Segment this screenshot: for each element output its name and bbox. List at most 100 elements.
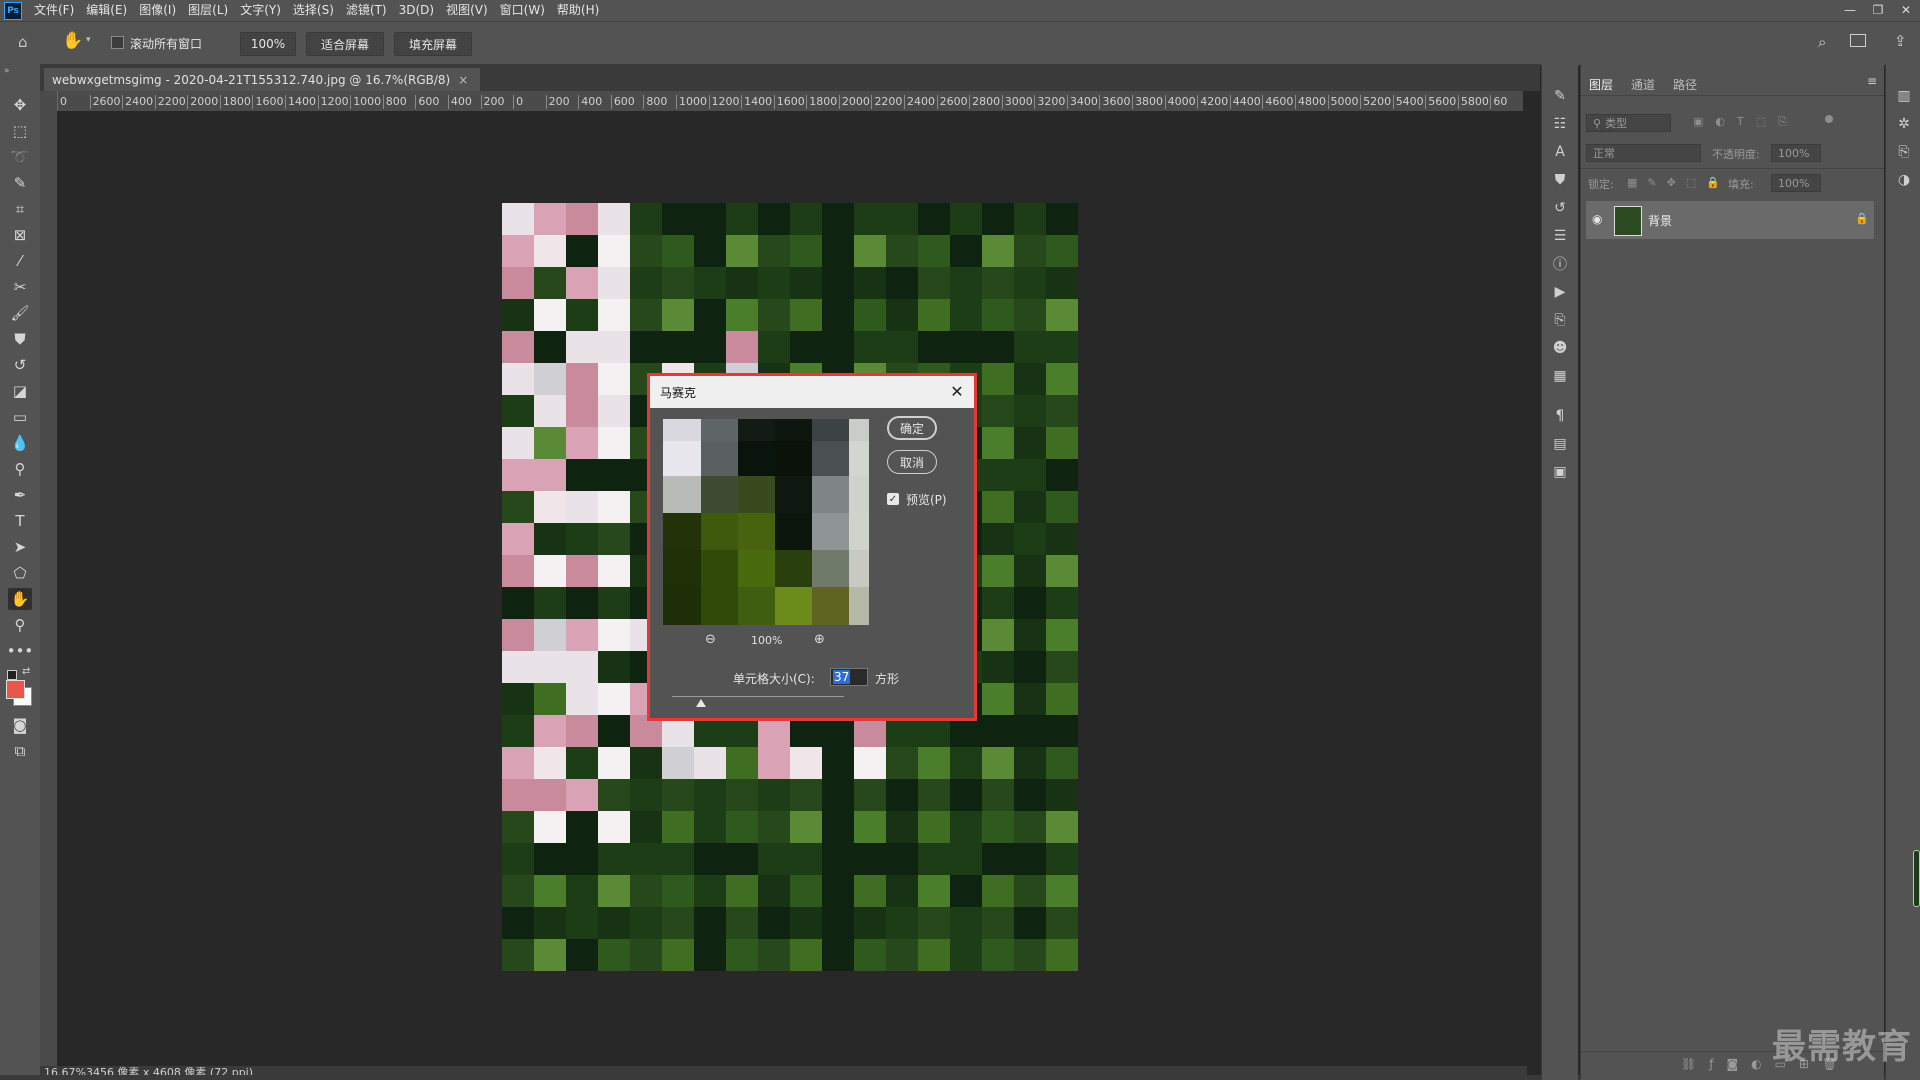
preview-checkbox[interactable]: ✓ (887, 493, 899, 505)
quick-mask-icon[interactable]: ◙ (8, 714, 32, 736)
clone-source-icon[interactable]: ⛊ (1550, 170, 1570, 190)
export-icon[interactable]: ⎘ (1894, 142, 1914, 162)
zoom-tool-icon[interactable]: ⚲ (8, 614, 32, 636)
menu-layer[interactable]: 图层(L) (182, 0, 234, 21)
menu-file[interactable]: 文件(F) (28, 0, 80, 21)
vertical-ruler[interactable] (40, 91, 58, 1066)
history-icon[interactable]: ↺ (1550, 198, 1570, 218)
scroll-all-checkbox[interactable] (111, 36, 124, 49)
tab-channels[interactable]: 通道 (1631, 76, 1655, 93)
quick-select-tool-icon[interactable]: ✎ (8, 172, 32, 194)
layer-name[interactable]: 背景 (1648, 212, 1672, 229)
foreground-color-swatch[interactable] (6, 680, 25, 699)
lock-option-icons[interactable]: ▦✎✥⬚🔒 (1627, 176, 1730, 189)
fit-screen-button[interactable]: 适合屏幕 (306, 32, 384, 56)
color-icon[interactable]: ☻ (1550, 338, 1570, 358)
lasso-tool-icon[interactable]: ➰ (8, 146, 32, 168)
zoom-in-icon[interactable]: ⊕ (814, 632, 825, 647)
marquee-tool-icon[interactable]: ⬚ (8, 120, 32, 142)
hand-tool-icon[interactable]: ✋ (62, 31, 83, 51)
share-icon[interactable]: ⇪ (1894, 32, 1907, 50)
menu-window[interactable]: 窗口(W) (494, 0, 551, 21)
actions-play-icon[interactable]: ▶ (1550, 282, 1570, 302)
tool-preset-chevron-icon[interactable]: ▾ (86, 35, 91, 45)
fill-screen-button[interactable]: 填充屏幕 (394, 32, 472, 56)
default-colors-icon[interactable] (7, 670, 17, 680)
ruler-panel-icon[interactable]: ▥ (1894, 86, 1914, 106)
hand-tool-active-icon[interactable]: ✋ (8, 588, 32, 610)
menu-edit[interactable]: 编辑(E) (80, 0, 133, 21)
visibility-eye-icon[interactable]: ◉ (1592, 212, 1602, 226)
opacity-input[interactable]: 100% (1771, 144, 1821, 162)
restore-icon[interactable]: ❐ (1864, 0, 1892, 21)
scroll-indicator[interactable] (1913, 850, 1920, 907)
tab-paths[interactable]: 路径 (1673, 76, 1697, 93)
properties-icon[interactable]: ☰ (1550, 226, 1570, 246)
zoom-out-icon[interactable]: ⊖ (705, 632, 716, 647)
search-icon[interactable]: ⌕ (1818, 33, 1826, 51)
path-select-tool-icon[interactable]: ➤ (8, 536, 32, 558)
document-tab[interactable]: webwxgetmsgimg - 2020-04-21T155312.740.j… (44, 68, 481, 91)
mosaic-preview[interactable] (663, 419, 869, 625)
eraser-tool-icon[interactable]: ◪ (8, 380, 32, 402)
glyphs-icon[interactable]: ▤ (1550, 434, 1570, 454)
crop-tool-icon[interactable]: ⌗ (8, 198, 32, 220)
type-tool-icon[interactable]: T (8, 510, 32, 532)
more-tools-icon[interactable]: ••• (7, 640, 34, 662)
swap-colors-icon[interactable]: ⇄ (22, 666, 30, 677)
adjustments-icon[interactable]: ☷ (1550, 114, 1570, 134)
paragraph-icon[interactable]: ¶ (1550, 406, 1570, 426)
menu-filter[interactable]: 滤镜(T) (340, 0, 393, 21)
blur-tool-icon[interactable]: 💧 (8, 432, 32, 454)
move-tool-icon[interactable]: ✥ (8, 94, 32, 116)
learn-icon[interactable]: ◑ (1894, 170, 1914, 190)
filter-toggle-icon[interactable] (1825, 115, 1833, 123)
menu-help[interactable]: 帮助(H) (551, 0, 605, 21)
workspace-icon[interactable] (1850, 34, 1866, 47)
zoom-100-button[interactable]: 100% (240, 32, 296, 56)
blend-mode-select[interactable]: 正常 (1586, 144, 1701, 162)
stamp-tool-icon[interactable]: ⛊ (8, 328, 32, 350)
cell-size-slider-track[interactable] (672, 696, 844, 697)
expand-toolbar-icon[interactable]: » (4, 66, 10, 76)
menu-view[interactable]: 视图(V) (440, 0, 494, 21)
notes-icon[interactable]: ▣ (1550, 462, 1570, 482)
shape-tool-icon[interactable]: ⬠ (8, 562, 32, 584)
horizontal-ruler[interactable]: 0 2600 2400 2200 2000 1800 1600 1400 1200 1000 800… (57, 91, 1523, 112)
pen-tool-icon[interactable]: ✒ (8, 484, 32, 506)
ok-button[interactable]: 确定 (887, 416, 937, 440)
cancel-button[interactable]: 取消 (887, 450, 937, 474)
gradient-tool-icon[interactable]: ▭ (8, 406, 32, 428)
menu-type[interactable]: 文字(Y) (234, 0, 287, 21)
cell-size-input[interactable]: 37 (830, 668, 868, 686)
cell-size-slider-thumb[interactable] (696, 699, 706, 707)
screen-mode-icon[interactable]: ⧉ (8, 740, 32, 762)
frame-tool-icon[interactable]: ⊠ (8, 224, 32, 246)
dodge-tool-icon[interactable]: ⚲ (8, 458, 32, 480)
brush-tool-icon[interactable]: 🖌 (8, 302, 32, 324)
menu-select[interactable]: 选择(S) (287, 0, 340, 21)
healing-tool-icon[interactable]: ✂ (8, 276, 32, 298)
info-icon[interactable]: ⓘ (1550, 254, 1570, 274)
swatches-icon[interactable]: ▦ (1550, 366, 1570, 386)
history-brush-tool-icon[interactable]: ↺ (8, 354, 32, 376)
minimize-icon[interactable]: — (1836, 0, 1864, 21)
close-tab-icon[interactable]: × (458, 73, 468, 87)
libraries-icon[interactable]: ⎘ (1550, 310, 1570, 330)
fill-input[interactable]: 100% (1771, 174, 1821, 192)
menu-image[interactable]: 图像(I) (133, 0, 182, 21)
brush-settings-icon[interactable]: ✎ (1550, 86, 1570, 106)
layer-lock-icon[interactable]: 🔒 (1855, 212, 1869, 225)
tab-layers[interactable]: 图层 (1589, 76, 1613, 93)
panel-menu-icon[interactable]: ≡ (1867, 74, 1877, 88)
menu-3d[interactable]: 3D(D) (393, 0, 440, 21)
sparkle-icon[interactable]: ✲ (1894, 114, 1914, 134)
filter-kind-icons[interactable]: ▣◐T⬚⎘ (1693, 115, 1799, 129)
eyedropper-tool-icon[interactable]: ⁄ (8, 250, 32, 272)
home-icon[interactable]: ⌂ (18, 33, 28, 51)
dialog-close-icon[interactable]: ✕ (948, 382, 966, 401)
layer-row-background[interactable]: ◉ 背景 🔒 (1586, 201, 1874, 239)
layer-filter-select[interactable]: ⚲ 类型 (1586, 114, 1671, 132)
character-icon[interactable]: A (1550, 142, 1570, 162)
close-window-icon[interactable]: ✕ (1892, 0, 1920, 21)
